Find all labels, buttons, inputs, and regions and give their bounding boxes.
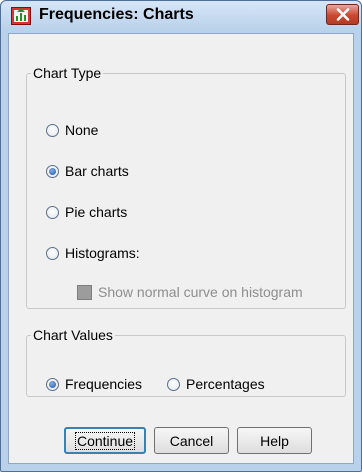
normal-curve-label: Show normal curve on histogram bbox=[98, 284, 303, 300]
radio-pie-charts[interactable]: Pie charts bbox=[46, 202, 127, 222]
chart-values-legend: Chart Values bbox=[33, 327, 113, 343]
help-button[interactable]: Help bbox=[237, 427, 312, 454]
radio-histograms-button[interactable] bbox=[46, 246, 59, 260]
spss-app-icon bbox=[11, 7, 31, 25]
radio-frequencies-button[interactable] bbox=[46, 377, 59, 391]
cancel-button[interactable]: Cancel bbox=[154, 427, 229, 454]
radio-percentages-label: Percentages bbox=[186, 376, 265, 392]
close-icon bbox=[336, 8, 350, 21]
radio-bar-charts-label: Bar charts bbox=[65, 163, 129, 179]
cancel-button-label: Cancel bbox=[169, 432, 214, 449]
radio-none[interactable]: None bbox=[46, 120, 98, 140]
close-button[interactable] bbox=[326, 4, 359, 25]
continue-button[interactable]: Continue bbox=[64, 427, 146, 454]
radio-histograms[interactable]: Histograms: bbox=[46, 243, 140, 263]
radio-histograms-label: Histograms: bbox=[65, 245, 140, 261]
radio-percentages-button[interactable] bbox=[167, 377, 180, 391]
radio-pie-charts-label: Pie charts bbox=[65, 204, 128, 220]
title-bar[interactable]: Frequencies: Charts bbox=[1, 1, 361, 31]
normal-curve-checkbox[interactable] bbox=[77, 284, 92, 300]
continue-button-label: Continue bbox=[74, 431, 136, 450]
radio-pie-charts-button[interactable] bbox=[46, 205, 59, 219]
radio-frequencies[interactable]: Frequencies bbox=[46, 374, 142, 394]
window-title: Frequencies: Charts bbox=[39, 6, 194, 23]
radio-bar-charts[interactable]: Bar charts bbox=[46, 161, 129, 181]
help-button-label: Help bbox=[260, 432, 289, 449]
radio-none-label: None bbox=[65, 122, 99, 138]
radio-bar-charts-button[interactable] bbox=[46, 164, 59, 178]
radio-frequencies-label: Frequencies bbox=[65, 376, 143, 392]
dialog-window: Frequencies: Charts Chart Type None Bar … bbox=[0, 0, 362, 472]
chart-type-legend: Chart Type bbox=[33, 65, 102, 81]
chart-type-group: Chart Type bbox=[26, 65, 346, 309]
radio-none-button[interactable] bbox=[46, 123, 59, 137]
radio-percentages[interactable]: Percentages bbox=[167, 374, 265, 394]
normal-curve-checkbox-row[interactable]: Show normal curve on histogram bbox=[77, 282, 303, 302]
